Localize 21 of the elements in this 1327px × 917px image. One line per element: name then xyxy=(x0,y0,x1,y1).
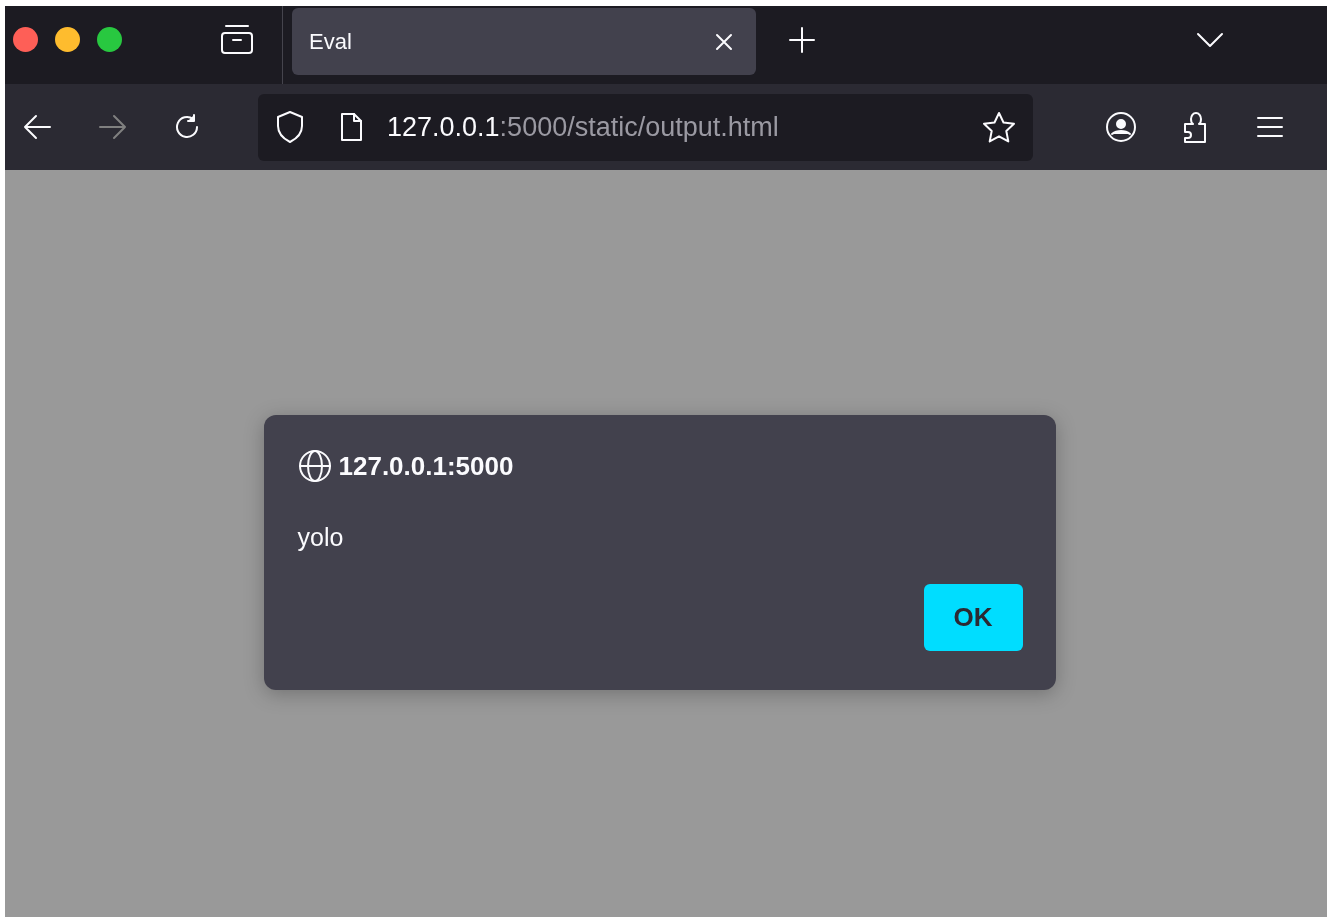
address-bar[interactable]: 127.0.0.1:5000/static/output.html xyxy=(258,93,1033,161)
ok-button[interactable]: OK xyxy=(923,584,1023,651)
dialog-origin: 127.0.0.1:5000 xyxy=(338,450,514,482)
menu-icon[interactable] xyxy=(1256,115,1284,139)
window-zoom-button[interactable] xyxy=(97,27,122,52)
back-arrow-icon[interactable] xyxy=(22,114,52,140)
browser-tab[interactable]: Eval xyxy=(292,8,756,75)
plus-icon[interactable] xyxy=(788,26,816,54)
chevron-down-icon[interactable] xyxy=(1196,32,1224,48)
url-text: 127.0.0.1:5000/static/output.html xyxy=(387,111,779,143)
window-close-button[interactable] xyxy=(13,27,38,52)
window-minimize-button[interactable] xyxy=(55,27,80,52)
account-icon[interactable] xyxy=(1105,111,1137,143)
shield-icon[interactable] xyxy=(275,110,305,144)
page-icon xyxy=(339,112,363,142)
close-icon[interactable] xyxy=(714,31,734,52)
tray-icon[interactable] xyxy=(220,23,254,55)
tab-title: Eval xyxy=(309,28,353,55)
dialog-message: yolo xyxy=(297,523,345,552)
globe-icon xyxy=(297,449,332,483)
star-icon[interactable] xyxy=(982,111,1016,143)
